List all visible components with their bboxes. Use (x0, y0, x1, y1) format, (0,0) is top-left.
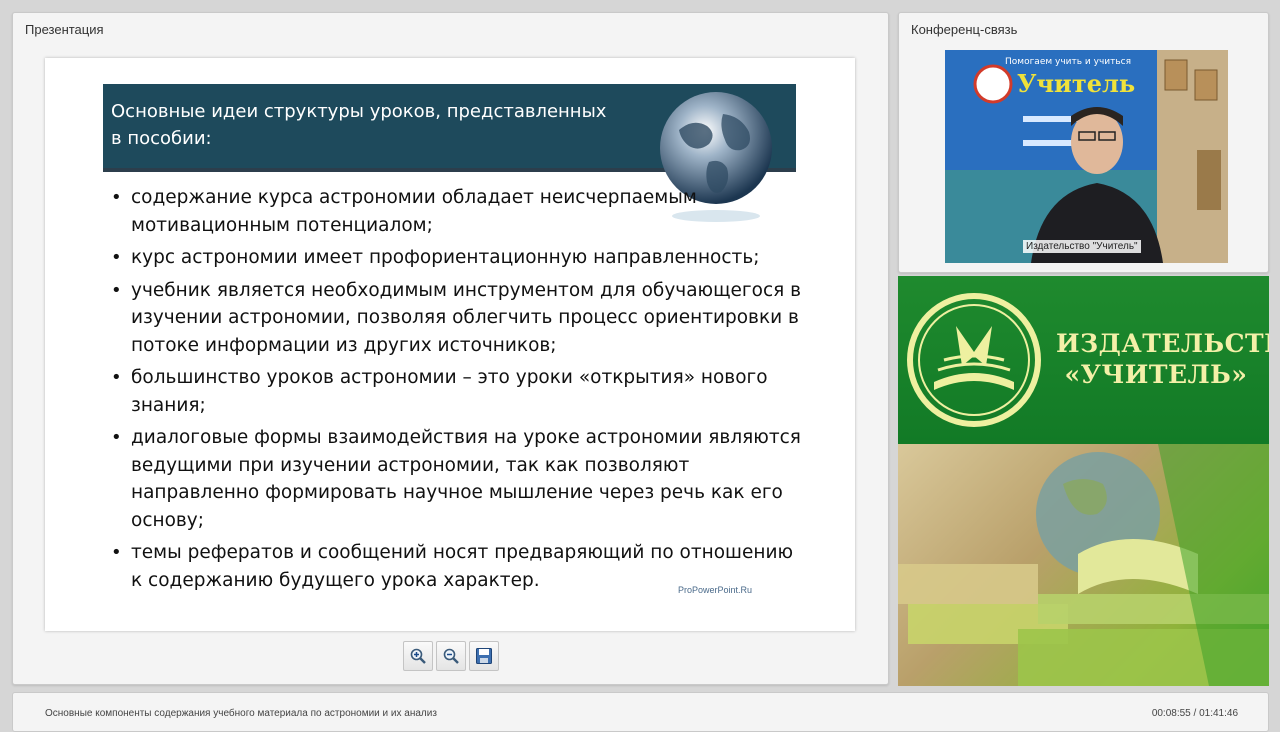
conference-panel-title: Конференц-связь (911, 22, 1018, 37)
slide-bullet: учебник является необходимым инструменто… (109, 277, 809, 360)
slide-watermark: ProPowerPoint.Ru (678, 585, 753, 595)
publisher-name-line1: ИЗДАТЕЛЬСТВО (1056, 329, 1269, 358)
slide-bullet: содержание курса астрономии обладает неи… (109, 184, 809, 239)
slide-bullet: большинство уроков астрономии – это урок… (109, 364, 809, 419)
publisher-logo-icon (907, 293, 1041, 427)
video-caption: Издательство "Учитель" (1023, 240, 1141, 253)
publisher-name: ИЗДАТЕЛЬСТВО «УЧИТЕЛЬ» (1056, 328, 1269, 390)
conference-panel: Конференц-связь Помогаем учить и учиться… (898, 12, 1269, 273)
banner-top: ИЗДАТЕЛЬСТВО «УЧИТЕЛЬ» (898, 276, 1269, 444)
slide-toolbar (403, 641, 499, 671)
zoom-out-icon (443, 648, 459, 664)
zoom-in-button[interactable] (403, 641, 433, 671)
slide-bullet: диалоговые формы взаимодействия на уроке… (109, 424, 809, 534)
zoom-in-icon (410, 648, 426, 664)
banner-books-image (898, 444, 1269, 686)
backdrop-slogan: Помогаем учить и учиться (1005, 57, 1131, 67)
slide-bullet-list: содержание курса астрономии обладает неи… (109, 184, 809, 599)
save-button[interactable] (469, 641, 499, 671)
presentation-slide: Основные идеи структуры уроков, представ… (45, 58, 855, 631)
save-icon (476, 648, 492, 664)
presentation-panel: Презентация Основные идеи структуры урок… (12, 12, 889, 685)
books-globe-illustration (898, 444, 1269, 686)
bottom-info-bar: Основные компоненты содержания учебного … (12, 692, 1269, 732)
slide-header-text: Основные идеи структуры уроков, представ… (111, 101, 607, 149)
publisher-name-line2: «УЧИТЕЛЬ» (1064, 360, 1248, 389)
video-feed[interactable]: Помогаем учить и учиться Учитель Издател… (945, 50, 1228, 263)
presentation-panel-title: Презентация (25, 22, 104, 37)
playback-timecode: 00:08:55 / 01:41:46 (1151, 708, 1238, 719)
zoom-out-button[interactable] (436, 641, 466, 671)
backdrop-brand: Учитель (1017, 69, 1135, 98)
lecture-title: Основные компоненты содержания учебного … (45, 708, 437, 719)
slide-bullet: курс астрономии имеет профориентационную… (109, 244, 809, 272)
video-frame: Помогаем учить и учиться Учитель (945, 50, 1228, 263)
publisher-banner: ИЗДАТЕЛЬСТВО «УЧИТЕЛЬ» (898, 276, 1269, 686)
